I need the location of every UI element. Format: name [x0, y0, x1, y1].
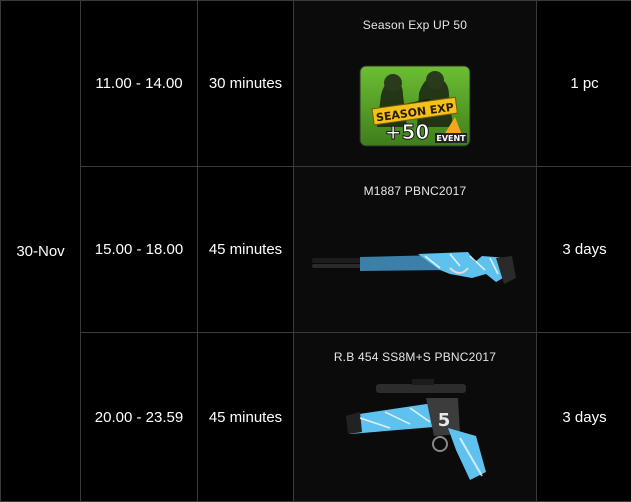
badge-value: +50 [385, 120, 430, 144]
table-row: 20.00 - 23.59 45 minutes R.B 454 SS8M+S … [1, 333, 631, 502]
badge-tag: EVENT [436, 134, 466, 143]
table-row: 30-Nov 11.00 - 14.00 30 minutes Season E… [1, 1, 631, 167]
quantity-cell: 1 pc [537, 1, 631, 167]
season-exp-icon: SEASON EXP +50 EVENT [294, 65, 536, 147]
item-cell: Season Exp UP 50 [294, 1, 537, 167]
item-name: M1887 PBNC2017 [294, 184, 536, 198]
reward-schedule-table: 30-Nov 11.00 - 14.00 30 minutes Season E… [0, 0, 631, 502]
item-name: R.B 454 SS8M+S PBNC2017 [294, 350, 536, 364]
quantity-cell: 3 days [537, 333, 631, 502]
time-cell: 15.00 - 18.00 [81, 167, 198, 333]
svg-text:5: 5 [438, 410, 451, 431]
duration-cell: 45 minutes [198, 333, 294, 502]
time-cell: 11.00 - 14.00 [81, 1, 198, 167]
date-cell: 30-Nov [1, 1, 81, 502]
table-row: 15.00 - 18.00 45 minutes M1887 PBNC2017 [1, 167, 631, 333]
item-cell: M1887 PBNC2017 [294, 167, 537, 333]
item-name: Season Exp UP 50 [294, 18, 536, 32]
time-cell: 20.00 - 23.59 [81, 333, 198, 502]
item-cell: R.B 454 SS8M+S PBNC2017 5 [294, 333, 537, 502]
duration-cell: 30 minutes [198, 1, 294, 167]
revolver-icon: 5 [294, 376, 536, 496]
duration-cell: 45 minutes [198, 167, 294, 333]
quantity-cell: 3 days [537, 167, 631, 333]
shotgun-icon [294, 244, 536, 294]
